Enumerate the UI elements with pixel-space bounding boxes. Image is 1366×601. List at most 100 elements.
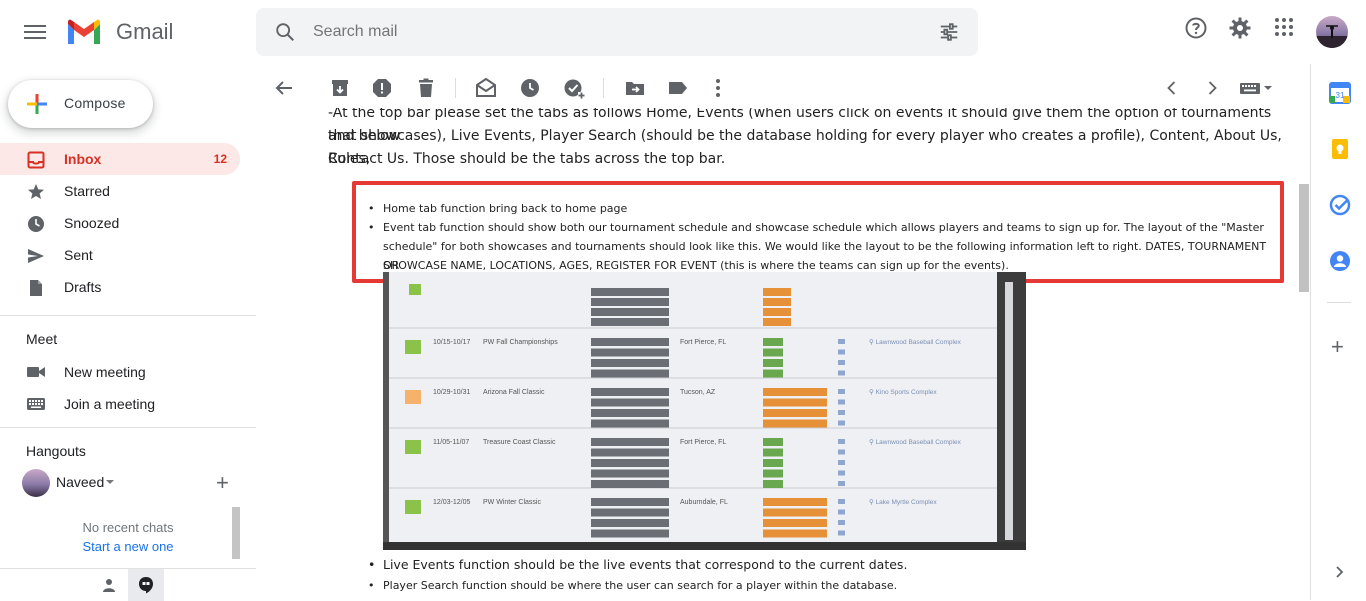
message-toolbar bbox=[256, 64, 1310, 112]
age-chip bbox=[591, 498, 669, 506]
status-chip bbox=[763, 508, 827, 517]
delete-trash-icon[interactable] bbox=[414, 76, 438, 100]
keyboard-icon bbox=[27, 398, 45, 410]
event-dates: 10/15-10/17 bbox=[433, 339, 470, 346]
sidebar-item-sent[interactable]: Sent bbox=[0, 239, 240, 271]
move-to-icon[interactable] bbox=[623, 76, 647, 100]
age-chip bbox=[591, 519, 669, 527]
apps-grid-icon[interactable] bbox=[1273, 16, 1295, 38]
hangouts-user[interactable]: Naveed + bbox=[22, 467, 242, 497]
register-flag-icon bbox=[838, 370, 845, 376]
age-chip bbox=[591, 359, 669, 367]
event-name: Treasure Coast Classic bbox=[483, 439, 556, 446]
register-flag-icon bbox=[838, 399, 845, 405]
hangouts-quote-icon bbox=[139, 577, 153, 594]
account-avatar[interactable] bbox=[1316, 16, 1348, 48]
hangouts-tab[interactable] bbox=[128, 569, 164, 601]
status-chip bbox=[763, 419, 827, 428]
keep-notes-icon[interactable] bbox=[1329, 138, 1351, 160]
register-flag-icon bbox=[838, 470, 845, 476]
add-icon[interactable]: + bbox=[216, 470, 229, 496]
state-badge bbox=[405, 500, 421, 514]
search-icon[interactable] bbox=[274, 21, 296, 43]
event-venue: ⚲ Lawnwood Baseball Complex bbox=[869, 438, 962, 446]
add-to-tasks-icon[interactable] bbox=[562, 76, 586, 100]
person-icon[interactable] bbox=[101, 577, 117, 593]
tasks-icon[interactable] bbox=[1329, 194, 1351, 216]
back-arrow-icon[interactable] bbox=[272, 76, 296, 100]
register-flag-icon bbox=[838, 499, 845, 504]
sidebar: Compose Inbox 12 Starred Snoozed Sent Dr… bbox=[0, 64, 256, 601]
start-chat-link[interactable]: Start a new one bbox=[22, 539, 234, 554]
snooze-clock-icon[interactable] bbox=[518, 76, 542, 100]
event-name: PW Fall Championships bbox=[483, 339, 558, 346]
body-paragraph: Contact Us. Those should be the tabs acr… bbox=[328, 151, 726, 167]
more-options-icon[interactable] bbox=[706, 76, 730, 100]
register-flag-icon bbox=[838, 420, 845, 426]
register-flag-icon bbox=[838, 509, 845, 515]
mark-unread-icon[interactable] bbox=[474, 76, 498, 100]
age-chip bbox=[591, 338, 669, 346]
message-body: -At the top bar please set the tabs as f… bbox=[256, 108, 1296, 600]
search-input[interactable] bbox=[313, 20, 913, 44]
chevron-down-icon[interactable] bbox=[106, 480, 114, 484]
status-chip bbox=[763, 308, 791, 316]
age-chip bbox=[591, 459, 669, 467]
message-scrollbar[interactable] bbox=[1299, 184, 1309, 292]
label-icon[interactable] bbox=[666, 76, 690, 100]
main-pane: -At the top bar please set the tabs as f… bbox=[256, 64, 1310, 600]
settings-gear-icon[interactable] bbox=[1228, 16, 1252, 40]
age-chip bbox=[591, 438, 669, 446]
chevron-right-icon[interactable] bbox=[1200, 76, 1224, 100]
sidebar-item-starred[interactable]: Starred bbox=[0, 175, 240, 207]
register-flag-icon bbox=[838, 530, 845, 536]
event-name: PW Winter Classic bbox=[483, 499, 541, 506]
event-city: Fort Pierce, FL bbox=[680, 339, 726, 346]
gmail-logo[interactable] bbox=[66, 18, 102, 46]
sidebar-item-label: Inbox bbox=[64, 151, 102, 167]
chevron-right-icon[interactable] bbox=[1331, 564, 1347, 580]
star-icon bbox=[28, 184, 44, 199]
sidebar-item-snoozed[interactable]: Snoozed bbox=[0, 207, 240, 239]
archive-icon[interactable] bbox=[328, 76, 352, 100]
sidebar-item-drafts[interactable]: Drafts bbox=[0, 271, 240, 303]
calendar-icon[interactable]: 31 bbox=[1329, 82, 1351, 104]
register-flag-icon bbox=[838, 389, 845, 394]
sidebar-divider bbox=[0, 427, 256, 428]
input-tools-keyboard-icon[interactable] bbox=[1239, 76, 1275, 100]
new-meeting-button[interactable]: New meeting bbox=[0, 356, 240, 388]
contacts-icon[interactable] bbox=[1329, 250, 1351, 272]
hangouts-scrollbar[interactable] bbox=[232, 507, 240, 559]
join-meeting-button[interactable]: Join a meeting bbox=[0, 388, 240, 420]
register-flag-icon bbox=[838, 360, 845, 365]
compose-button[interactable]: Compose bbox=[8, 80, 153, 128]
draft-icon bbox=[30, 280, 42, 296]
event-venue: ⚲ Lawnwood Baseball Complex bbox=[869, 338, 962, 346]
register-flag-icon bbox=[838, 439, 845, 444]
search-bar[interactable] bbox=[256, 8, 978, 56]
status-chip bbox=[763, 459, 783, 467]
report-spam-icon[interactable] bbox=[370, 76, 394, 100]
age-chip bbox=[591, 308, 669, 316]
chevron-left-icon[interactable] bbox=[1160, 76, 1184, 100]
side-panel: 31 + bbox=[1310, 64, 1366, 600]
sidebar-item-label: Snoozed bbox=[64, 215, 120, 231]
avatar bbox=[22, 469, 50, 497]
help-icon[interactable] bbox=[1184, 16, 1208, 40]
sidebar-item-label: Starred bbox=[64, 183, 110, 199]
age-chip bbox=[591, 288, 669, 296]
register-flag-icon bbox=[838, 339, 845, 344]
main-menu-icon[interactable] bbox=[24, 22, 46, 42]
age-chip bbox=[591, 448, 669, 457]
sidebar-item-inbox[interactable]: Inbox 12 bbox=[0, 143, 240, 175]
age-chip bbox=[591, 318, 669, 326]
age-chip bbox=[591, 398, 669, 407]
search-options-icon[interactable] bbox=[938, 21, 960, 43]
state-badge bbox=[405, 440, 421, 454]
video-camera-icon bbox=[27, 367, 45, 377]
list-item-text: Player Search function should be where t… bbox=[383, 579, 898, 592]
sidebar-item-label: Sent bbox=[64, 247, 93, 263]
register-flag-icon bbox=[838, 349, 845, 355]
status-chip bbox=[763, 398, 827, 407]
add-addons-icon[interactable]: + bbox=[1331, 334, 1344, 360]
